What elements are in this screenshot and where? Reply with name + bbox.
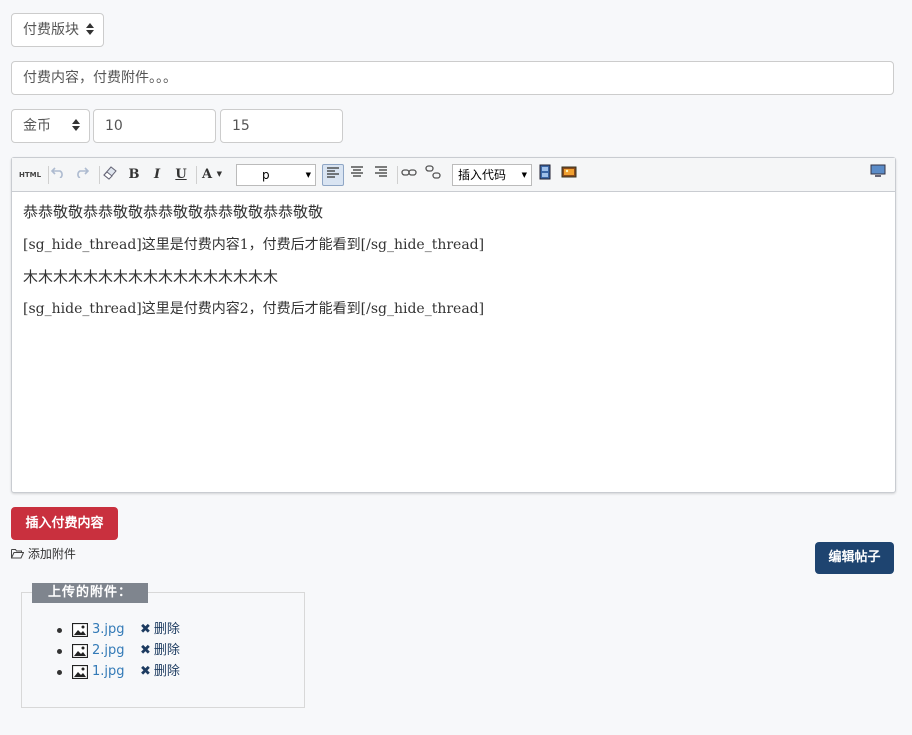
add-attachment-label: 添加附件 (27, 547, 76, 561)
attachment-filename[interactable]: 2.jpg (92, 642, 125, 660)
delete-label: 删除 (153, 643, 180, 658)
edit-post-button[interactable]: 编辑帖子 (815, 542, 894, 574)
picture-icon (72, 665, 88, 679)
close-icon: ✖ (140, 664, 151, 679)
unlink-icon[interactable] (422, 164, 444, 186)
delete-attachment-button[interactable]: ✖ 删除 (140, 642, 180, 660)
align-right-icon[interactable] (370, 164, 392, 186)
delete-label: 删除 (153, 622, 180, 637)
picture-icon (72, 644, 88, 658)
html-source-button[interactable]: HTML (19, 164, 41, 186)
bullet-icon (57, 670, 62, 675)
fullscreen-icon[interactable] (867, 164, 889, 186)
picture-icon (72, 623, 88, 637)
content-line-4: [sg_hide_thread]这里是付费内容2，付费后才能看到[/sg_hid… (23, 301, 485, 317)
align-center-icon[interactable] (346, 164, 368, 186)
bullet-icon (57, 628, 62, 633)
content-line-1: 恭恭敬敬恭恭敬敬恭恭敬敬恭恭敬敬恭恭敬敬 (23, 203, 324, 221)
sort-caret-icon (72, 110, 80, 142)
close-icon: ✖ (140, 622, 151, 637)
price-input-value: 10 (105, 118, 123, 134)
title-input-value: 付费内容，付费附件。。。 (23, 70, 177, 86)
delete-attachment-button[interactable]: ✖ 删除 (140, 663, 180, 681)
attachment-filename[interactable]: 1.jpg (92, 663, 125, 681)
content-line-2: [sg_hide_thread]这里是付费内容1，付费后才能看到[/sg_hid… (23, 237, 485, 253)
editor-toolbar: HTML B I U A ▼ p ▼ 插入代码 ▼ (12, 158, 895, 192)
block-select[interactable]: 付费版块 (11, 13, 104, 47)
delete-attachment-button[interactable]: ✖ 删除 (140, 621, 180, 639)
title-input[interactable]: 付费内容，付费附件。。。 (11, 61, 894, 95)
delete-label: 删除 (153, 664, 180, 679)
align-left-icon[interactable] (322, 164, 344, 186)
dropdown-arrow-icon: ▼ (521, 171, 527, 179)
price-input-2-value: 15 (232, 118, 250, 134)
eraser-icon[interactable] (99, 164, 121, 186)
sort-caret-icon (86, 14, 94, 46)
italic-icon[interactable]: I (146, 164, 168, 186)
close-icon: ✖ (140, 643, 151, 658)
insert-code-select[interactable]: 插入代码 ▼ (452, 164, 532, 186)
image-icon[interactable] (558, 164, 580, 186)
bold-icon[interactable]: B (123, 164, 145, 186)
redo-icon[interactable] (71, 164, 93, 186)
editor-content[interactable]: 恭恭敬敬恭恭敬敬恭恭敬敬恭恭敬敬恭恭敬敬 [sg_hide_thread]这里是… (12, 192, 895, 492)
font-color-icon[interactable]: A ▼ (202, 164, 236, 186)
format-select-value: p (262, 168, 270, 182)
html-source-label: HTML (19, 171, 42, 179)
underline-icon[interactable]: U (170, 164, 192, 186)
insert-paid-content-button[interactable]: 插入付费内容 (11, 507, 118, 540)
dropdown-arrow-icon: ▼ (305, 171, 311, 179)
block-select-value: 付费版块 (23, 22, 79, 38)
format-select[interactable]: p ▼ (236, 164, 316, 186)
attachment-filename[interactable]: 3.jpg (92, 621, 125, 639)
video-icon[interactable] (534, 164, 556, 186)
folder-open-icon (11, 549, 25, 559)
rich-text-editor: HTML B I U A ▼ p ▼ 插入代码 ▼ 恭恭敬敬恭恭敬敬恭恭敬敬恭恭… (11, 157, 896, 493)
bullet-icon (57, 649, 62, 654)
add-attachment-link[interactable]: 添加附件 (11, 545, 76, 562)
toolbar-divider (196, 166, 197, 184)
attachments-legend: 上传的附件： (32, 583, 148, 603)
link-icon[interactable] (398, 164, 420, 186)
currency-select[interactable]: 金币 (11, 109, 90, 143)
insert-code-select-value: 插入代码 (458, 168, 507, 182)
currency-select-value: 金币 (23, 118, 51, 134)
price-input-2[interactable]: 15 (220, 109, 343, 143)
content-line-3: 木木木木木木木木木木木木木木木木木 (23, 268, 279, 286)
undo-icon[interactable] (47, 164, 69, 186)
price-input[interactable]: 10 (93, 109, 216, 143)
